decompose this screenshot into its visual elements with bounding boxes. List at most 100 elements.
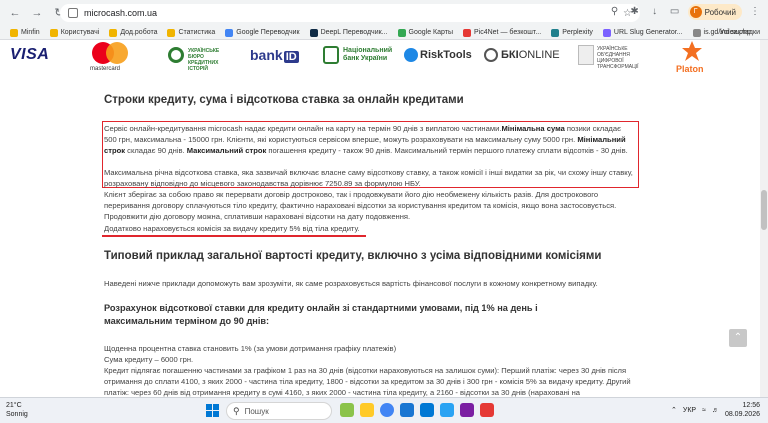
profile-label: Робочий <box>704 7 736 17</box>
bookmark-favicon-icon <box>551 28 560 37</box>
bookmark-label: Користувачі <box>60 29 100 36</box>
mastercard-logo-text: mastercard <box>90 66 121 72</box>
bookmark-favicon-icon <box>49 28 58 37</box>
bold-min-sum: Мінімальна сума <box>501 124 565 133</box>
mastercard-icon <box>92 42 128 64</box>
app-icon-other[interactable] <box>480 403 494 417</box>
bookmark-favicon-icon <box>225 28 234 37</box>
toolbar-right: ⚲ ✱ ↓ ▭ Г Робочий ⋮ <box>608 4 762 20</box>
bookmark-item[interactable]: Статистика <box>167 28 216 37</box>
bookmark-label: Google Карты <box>408 29 453 36</box>
browser-toolbar: ← → ↻ microcash.com.ua ☆ ⚲ ✱ ↓ ▭ Г Робоч… <box>0 0 768 26</box>
ubki-icon <box>168 47 184 63</box>
url-text[interactable]: microcash.com.ua <box>84 8 157 18</box>
site-info-icon[interactable] <box>68 8 78 18</box>
partner-logos: VISA mastercard УКРАЇНСЬКЕ БЮРО КРЕДИТНИ… <box>0 40 768 80</box>
section-heading-terms: Строки кредиту, сума і відсоткова ставка… <box>104 94 464 106</box>
bookmark-item[interactable]: Minfin <box>10 28 40 37</box>
forward-icon[interactable]: → <box>30 6 44 20</box>
bookmark-favicon-icon <box>10 28 18 37</box>
early-termination-paragraph: Клієнт зберігає за собою право як перерв… <box>104 190 617 222</box>
text-fragment: погашення кредиту - також 90 днів. Макси… <box>266 146 628 156</box>
daily-rate-text: Щоденна процентна ставка становить 1% (з… <box>104 344 397 353</box>
terms-paragraph: Сервіс онлайн-кредитування microcash над… <box>104 123 634 157</box>
bookmark-label: Дод.робота <box>120 29 158 36</box>
taskbar-search-label: Пошук <box>244 406 269 416</box>
all-bookmarks[interactable]: Усі закладки <box>720 29 760 36</box>
weather-widget[interactable]: 21°C Sonnig <box>6 401 28 419</box>
bookmark-favicon-icon <box>397 28 406 37</box>
bookmark-favicon-icon <box>602 28 611 37</box>
bold-max-term: Максимальний строк <box>186 146 267 156</box>
risktools-logo: RiskTools <box>420 49 472 61</box>
bookmark-favicon-icon <box>692 28 701 37</box>
bookmark-item[interactable]: Perplexity <box>551 28 593 37</box>
platon-logo: Platon <box>676 64 704 74</box>
zoom-icon[interactable]: ⚲ <box>608 5 622 19</box>
profile-button[interactable]: Г Робочий <box>687 4 742 20</box>
bookmark-favicon-icon <box>462 28 471 37</box>
bankid-prefix: bank <box>250 47 283 63</box>
bki-rest: ONLINE <box>518 49 560 61</box>
extensions-icon[interactable]: ✱ <box>628 5 642 19</box>
page-content: VISA mastercard УКРАЇНСЬКЕ БЮРО КРЕДИТНИ… <box>0 40 768 397</box>
nbu-logo: Національний банк України <box>343 47 393 62</box>
app-icon-edge[interactable] <box>420 403 434 417</box>
download-icon[interactable]: ↓ <box>648 5 662 19</box>
section-heading-example: Типовий приклад загальної вартості креди… <box>104 250 602 262</box>
app-icon-explorer[interactable] <box>360 403 374 417</box>
example-intro: Наведені нижче приклади допоможуть вам з… <box>104 279 598 288</box>
bookmark-label: Pic4Net — безкошт... <box>473 29 542 36</box>
clock[interactable]: 12:56 08.09.2026 <box>725 401 760 419</box>
tray-chevron-icon[interactable]: ⌃ <box>671 406 677 414</box>
bki-bold: БКІ <box>501 49 519 61</box>
app-icon-viber[interactable] <box>460 403 474 417</box>
weather-desc: Sonnig <box>6 411 28 418</box>
bookmark-favicon-icon <box>109 28 118 37</box>
bookmark-item[interactable]: Pic4Net — безкошт... <box>462 28 542 37</box>
highlight-underline <box>102 235 366 237</box>
bookmark-item[interactable]: Google Карты <box>397 28 453 37</box>
bookmark-item[interactable]: Користувачі <box>49 28 100 37</box>
bookmark-label: Minfin <box>21 29 40 36</box>
avatar: Г <box>689 6 702 18</box>
ukr-digital-icon <box>578 45 594 65</box>
back-icon[interactable]: ← <box>8 6 22 20</box>
bookmark-label: DeepL Переводчик... <box>320 29 388 36</box>
repayment-text: Кредит підлягає погашенню частинами за г… <box>104 366 631 397</box>
commission-paragraph: Додатково нараховується комісія за видач… <box>104 224 360 233</box>
subheading-calculation: Розрахунок відсоткової ставки для кредит… <box>104 303 538 326</box>
menu-icon[interactable]: ⋮ <box>748 5 762 19</box>
page-scrollbar[interactable] <box>760 40 768 397</box>
bankid-suffix: ID <box>283 51 299 63</box>
bki-icon <box>484 48 498 62</box>
weather-temp: 21°C <box>6 402 22 409</box>
bookmark-item[interactable]: Дод.робота <box>109 28 158 37</box>
app-icon-widgets[interactable] <box>340 403 354 417</box>
ukr-digital-logo: УКРАЇНСЬКЕ ОБ'ЄДНАННЯ ЦИФРОВОЇ ТРАНСФОРМ… <box>597 46 639 70</box>
taskbar-search[interactable]: ⚲ Пошук <box>226 402 332 420</box>
app-icon-chrome[interactable] <box>380 403 394 417</box>
language-indicator[interactable]: УКР <box>683 407 696 414</box>
rate-paragraph: Максимальна річна відсоткова ставка, яка… <box>104 168 633 189</box>
sidepanel-icon[interactable]: ▭ <box>668 5 682 19</box>
app-icon-word[interactable] <box>400 403 414 417</box>
bookmark-item[interactable]: Google Переводчик <box>225 28 300 37</box>
visa-logo: VISA <box>10 46 50 63</box>
nbu-icon <box>323 46 339 64</box>
volume-icon[interactable]: ♬ <box>712 407 719 414</box>
bookmark-label: Google Переводчик <box>236 29 300 36</box>
text-fragment: складає 90 днів. <box>125 146 187 156</box>
wifi-icon[interactable]: ≈ <box>702 407 706 414</box>
app-icon-telegram[interactable] <box>440 403 454 417</box>
system-tray: ⌃ УКР ≈ ♬ 12:56 08.09.2026 <box>671 401 760 419</box>
address-bar[interactable]: microcash.com.ua ☆ <box>60 4 640 22</box>
bookmark-item[interactable]: DeepL Переводчик... <box>309 28 388 37</box>
bookmark-item[interactable]: URL Slug Generator... <box>602 28 683 37</box>
start-icon[interactable] <box>206 404 219 417</box>
bookmark-label: Статистика <box>178 29 216 36</box>
loan-amount-text: Сума кредиту – 6000 грн. <box>104 355 194 364</box>
scrollbar-thumb[interactable] <box>761 190 767 230</box>
bookmark-label: Perplexity <box>562 29 593 36</box>
scroll-to-top-button[interactable]: ⌃ <box>729 329 747 347</box>
